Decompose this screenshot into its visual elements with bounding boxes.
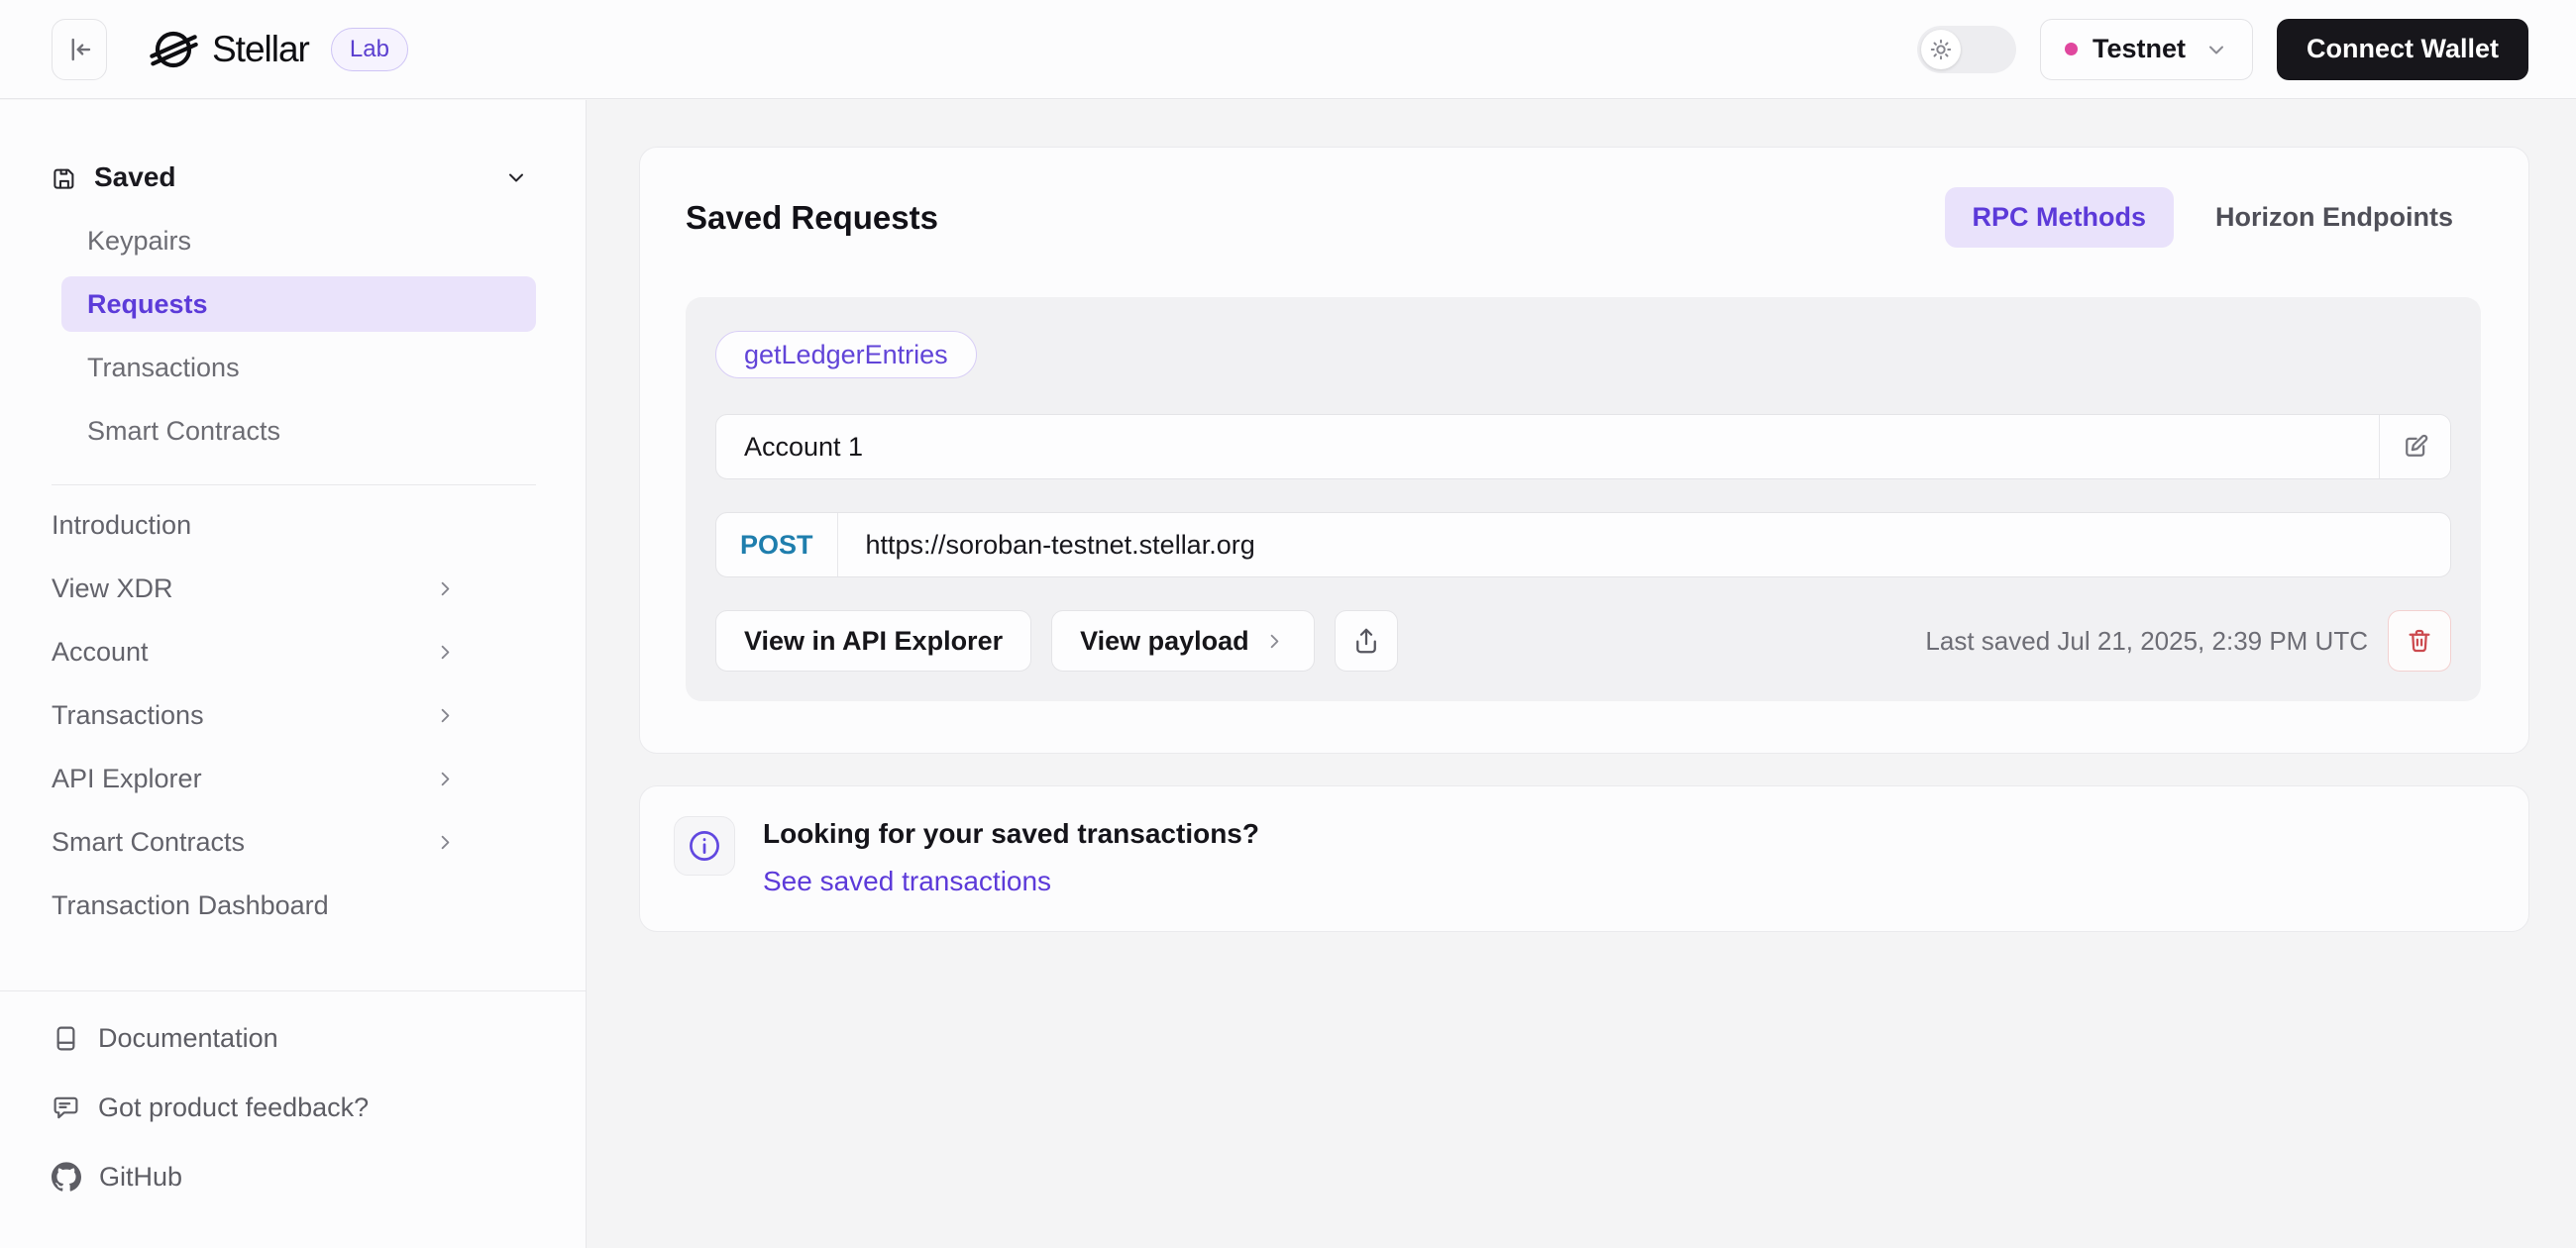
sidebar-item-transactions[interactable]: Transactions bbox=[61, 340, 536, 395]
light-mode-sun-icon bbox=[1920, 29, 1961, 69]
page-title: Saved Requests bbox=[686, 198, 938, 236]
sidebar-item-api-explorer[interactable]: API Explorer bbox=[52, 747, 536, 810]
sidebar-item-account[interactable]: Account bbox=[52, 620, 536, 683]
sidebar-item-transaction-dashboard[interactable]: Transaction Dashboard bbox=[52, 874, 536, 937]
chevron-down-icon bbox=[504, 165, 528, 189]
sidebar-item-smart-contracts-nav[interactable]: Smart Contracts bbox=[52, 810, 536, 874]
saved-requests-header: Saved Requests RPC Methods Horizon Endpo… bbox=[686, 187, 2481, 248]
edit-name-button[interactable] bbox=[2379, 415, 2450, 478]
chevron-right-icon bbox=[434, 704, 457, 727]
feedback-icon bbox=[52, 1093, 80, 1122]
edit-pencil-icon bbox=[2401, 432, 2430, 462]
network-selector-label: Testnet bbox=[2092, 34, 2186, 63]
saved-requests-card: Saved Requests RPC Methods Horizon Endpo… bbox=[639, 147, 2529, 754]
info-question: Looking for your saved transactions? bbox=[763, 818, 1259, 849]
sidebar-item-requests[interactable]: Requests bbox=[61, 276, 536, 332]
request-url: https://soroban-testnet.stellar.org bbox=[865, 529, 1255, 560]
sidebar-item-smart-contracts[interactable]: Smart Contracts bbox=[61, 403, 536, 459]
request-type-tabs: RPC Methods Horizon Endpoints bbox=[1944, 187, 2481, 248]
sidebar-item-feedback[interactable]: Got product feedback? bbox=[52, 1073, 534, 1142]
brand-logo[interactable]: Stellar Lab bbox=[149, 25, 408, 74]
network-status-dot bbox=[2064, 43, 2078, 55]
book-icon bbox=[52, 1024, 80, 1053]
top-bar-actions: Testnet Connect Wallet bbox=[1916, 18, 2528, 80]
github-icon bbox=[52, 1162, 81, 1192]
sidebar-footer: Documentation Got product feedback? GitH… bbox=[0, 990, 586, 1248]
view-payload-button[interactable]: View payload bbox=[1051, 610, 1315, 672]
stellar-lab-app: Stellar Lab Testnet Connect Wallet Saved… bbox=[0, 0, 2576, 1248]
chevron-right-icon bbox=[434, 831, 457, 854]
sidebar-group-saved[interactable]: Saved bbox=[52, 146, 536, 209]
tab-rpc-methods[interactable]: RPC Methods bbox=[1944, 187, 2175, 248]
share-request-button[interactable] bbox=[1334, 610, 1398, 672]
last-saved-timestamp: Last saved Jul 21, 2025, 2:39 PM UTC bbox=[1925, 625, 2368, 656]
sidebar-item-transactions-nav[interactable]: Transactions bbox=[52, 683, 536, 747]
top-bar: Stellar Lab Testnet Connect Wallet bbox=[0, 0, 2576, 99]
saved-sub-list: Keypairs Requests Transactions Smart Con… bbox=[52, 213, 536, 459]
request-name-field-group bbox=[715, 414, 2451, 479]
trash-icon bbox=[2405, 626, 2434, 656]
chevron-right-icon bbox=[1263, 630, 1286, 653]
save-icon bbox=[52, 164, 78, 191]
chevron-down-icon bbox=[2204, 38, 2228, 61]
stellar-logo-icon bbox=[149, 25, 198, 74]
saved-request-item: getLedgerEntries POST https://soroban-te… bbox=[686, 297, 2481, 701]
chevron-right-icon bbox=[434, 641, 457, 664]
collapse-sidebar-icon bbox=[64, 35, 94, 64]
delete-request-button[interactable] bbox=[2388, 610, 2451, 672]
sidebar-nav: Saved Keypairs Requests Transactions Sma… bbox=[0, 100, 586, 990]
http-method-label: POST bbox=[716, 513, 838, 576]
sidebar-item-documentation[interactable]: Documentation bbox=[52, 1003, 534, 1073]
sidebar-item-keypairs[interactable]: Keypairs bbox=[61, 213, 536, 268]
sidebar-group-saved-label: Saved bbox=[94, 161, 176, 192]
info-text-block: Looking for your saved transactions? See… bbox=[763, 816, 1259, 897]
request-actions-row: View in API Explorer View payload Last s… bbox=[715, 610, 2451, 672]
request-name-input[interactable] bbox=[716, 415, 2379, 478]
sidebar-divider bbox=[52, 484, 536, 485]
chevron-right-icon bbox=[434, 577, 457, 600]
connect-wallet-button[interactable]: Connect Wallet bbox=[2276, 18, 2528, 80]
brand-name: Stellar bbox=[212, 28, 310, 69]
main-content: Saved Requests RPC Methods Horizon Endpo… bbox=[588, 100, 2576, 1248]
lab-badge: Lab bbox=[330, 27, 408, 71]
network-selector[interactable]: Testnet bbox=[2039, 18, 2253, 80]
request-url-group: POST https://soroban-testnet.stellar.org bbox=[715, 512, 2451, 577]
sidebar-item-introduction[interactable]: Introduction bbox=[52, 493, 536, 557]
sidebar-item-github[interactable]: GitHub bbox=[52, 1142, 534, 1211]
chevron-right-icon bbox=[434, 768, 457, 790]
collapse-sidebar-button[interactable] bbox=[52, 18, 107, 80]
see-saved-transactions-link[interactable]: See saved transactions bbox=[763, 866, 1051, 897]
tab-horizon-endpoints[interactable]: Horizon Endpoints bbox=[2188, 187, 2481, 248]
view-in-api-explorer-button[interactable]: View in API Explorer bbox=[715, 610, 1032, 672]
theme-toggle[interactable] bbox=[1916, 25, 2016, 73]
sidebar-item-view-xdr[interactable]: View XDR bbox=[52, 557, 536, 620]
info-icon bbox=[674, 816, 735, 876]
sidebar: Saved Keypairs Requests Transactions Sma… bbox=[0, 100, 587, 1248]
share-upload-icon bbox=[1351, 626, 1381, 656]
saved-transactions-info-card: Looking for your saved transactions? See… bbox=[639, 785, 2529, 932]
rpc-method-badge: getLedgerEntries bbox=[715, 331, 977, 378]
